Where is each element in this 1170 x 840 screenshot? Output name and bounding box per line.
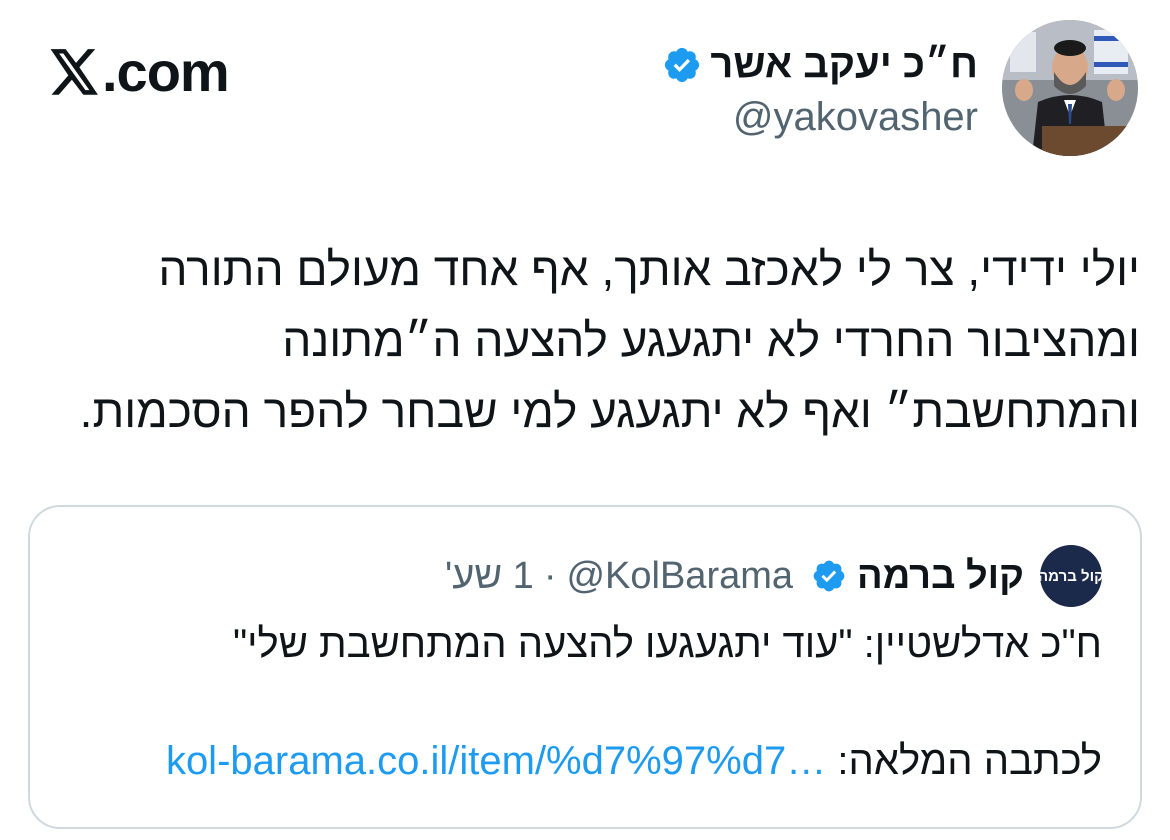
x-logo-icon bbox=[50, 49, 100, 95]
author-text: ח״כ יעקב אשר @yakovasher bbox=[662, 37, 978, 140]
verified-badge-icon bbox=[811, 558, 847, 594]
tweet-text-line: והמתחשבת״ ואף לא יתגעגע למי שבחר להפר הס… bbox=[79, 385, 1140, 437]
quoted-tweet-text: ח"כ אדלשטיין: "עוד יתגעגעו להצעה המתחשבת… bbox=[232, 622, 1102, 666]
author-avatar[interactable] bbox=[1002, 20, 1138, 156]
tweet-text-line: יולי ידידי, צר לי לאכזב אותך, אף אחד מעו… bbox=[158, 243, 1140, 295]
quoted-author-avatar[interactable]: קול ברמה bbox=[1040, 545, 1102, 607]
quoted-avatar-logo-text: קול ברמה bbox=[1040, 567, 1102, 585]
link-label: לכתבה המלאה: bbox=[837, 739, 1102, 783]
quoted-tweet-header: קול ברמה קול ברמה @KolBarama · 1 שע' bbox=[445, 545, 1102, 607]
tweet-text-line: ומהציבור החרדי לא יתגעגע להצעה ה״מתונה bbox=[282, 314, 1140, 366]
author-name[interactable]: ח״כ יעקב אשר bbox=[710, 42, 978, 87]
author-handle[interactable]: @yakovasher bbox=[733, 95, 978, 140]
quoted-author-handle[interactable]: @KolBarama bbox=[566, 555, 793, 598]
separator-dot: · bbox=[543, 554, 557, 597]
quoted-tweet-card[interactable]: קול ברמה קול ברמה @KolBarama · 1 שע' ח"כ… bbox=[28, 505, 1142, 829]
author-name-row: ח״כ יעקב אשר bbox=[662, 37, 978, 93]
x-brand: .com bbox=[50, 40, 230, 104]
quoted-author-name[interactable]: קול ברמה bbox=[857, 555, 1024, 598]
quoted-tweet-link-row: לכתבה המלאה: kol-barama.co.il/item/%d7%9… bbox=[166, 739, 1102, 784]
tweet-text: יולי ידידי, צר לי לאכזב אותך, אף אחד מעו… bbox=[40, 234, 1140, 447]
quoted-tweet-timestamp[interactable]: 1 שע' bbox=[445, 555, 534, 598]
tweet-screenshot: .com ח״כ יעקב אשר @yakovasher יולי ידידי… bbox=[0, 0, 1170, 840]
verified-badge-icon bbox=[662, 45, 702, 85]
brand-domain-suffix: .com bbox=[102, 40, 230, 103]
article-link[interactable]: kol-barama.co.il/item/%d7%97%d7… bbox=[166, 739, 826, 783]
tweet-author[interactable]: ח״כ יעקב אשר @yakovasher bbox=[662, 20, 1138, 156]
